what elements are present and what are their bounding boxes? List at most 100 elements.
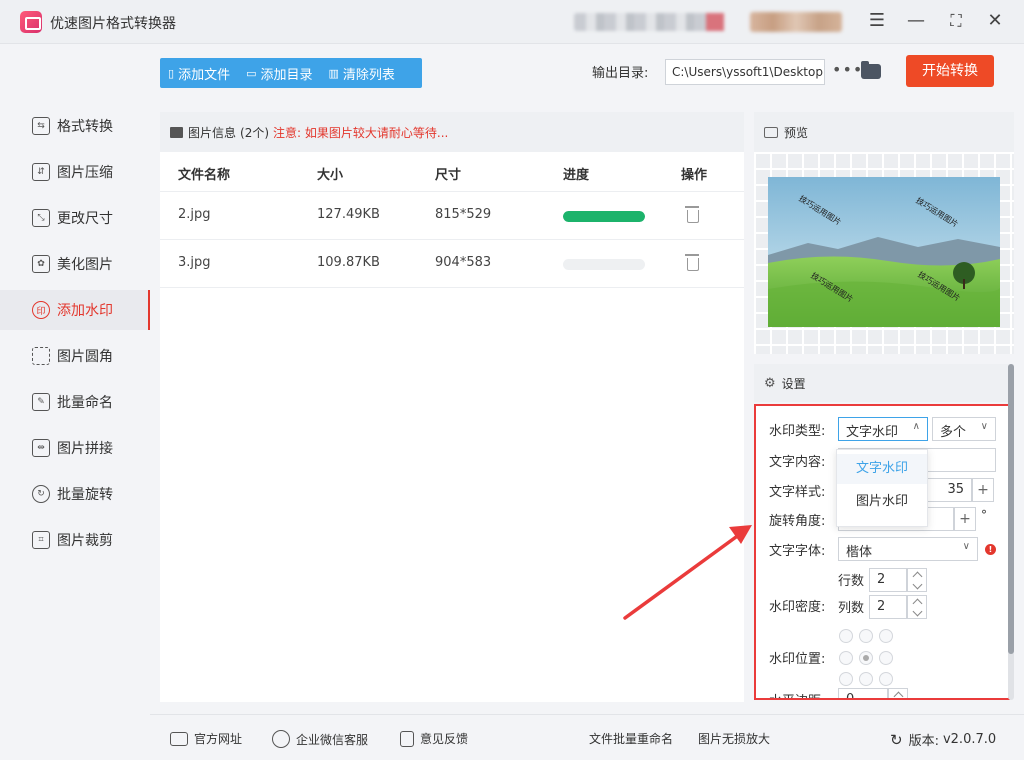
col-filename: 文件名称 <box>178 168 231 183</box>
watermark-type-select[interactable]: 文字水印 ∧ <box>838 417 928 441</box>
position-top-center[interactable] <box>859 629 873 643</box>
col-size: 大小 <box>317 168 344 183</box>
position-top-right[interactable] <box>879 629 893 643</box>
position-bottom-left[interactable] <box>839 672 853 686</box>
font-family-select[interactable]: 楷体 ∨ <box>838 537 978 561</box>
sidebar-item-crop[interactable]: ⌗ 图片裁剪 <box>0 520 150 560</box>
clear-list-button[interactable]: ▥ 清除列表 <box>321 64 403 83</box>
delete-icon[interactable] <box>685 254 699 271</box>
add-directory-button[interactable]: ▭ 添加目录 <box>238 64 320 83</box>
position-bottom-right[interactable] <box>879 672 893 686</box>
sidebar-item-stitch[interactable]: ⇹ 图片拼接 <box>0 428 150 468</box>
file-list-panel: 图片信息 (2个) 注意: 如果图片较大请耐心等待... 文件名称 大小 尺寸 … <box>160 112 744 702</box>
table-row[interactable]: 3.jpg 109.87KB 904*583 <box>160 240 744 288</box>
sidebar-item-compress[interactable]: ⇵ 图片压缩 <box>0 152 150 192</box>
feedback-icon <box>400 730 414 747</box>
settings-scrollbar[interactable] <box>1008 364 1014 700</box>
font-size-plus-button[interactable]: + <box>972 478 994 502</box>
file-count: (2个) <box>240 125 270 140</box>
sidebar-item-watermark[interactable]: 印添加水印 <box>0 290 150 330</box>
more-options-icon[interactable]: ••• <box>832 60 863 79</box>
minimize-icon[interactable]: — <box>905 10 927 32</box>
angle-plus-button[interactable]: + <box>954 507 976 531</box>
col-dimensions: 尺寸 <box>435 168 462 183</box>
file-warning: 注意: 如果图片较大请耐心等待... <box>273 125 449 140</box>
output-dir-input[interactable]: C:\Users\yssoft1\Desktop <box>665 59 825 85</box>
sidebar-item-label: 添加水印 <box>57 303 113 319</box>
cols-input[interactable]: 2 <box>869 595 907 619</box>
batch-rename-link[interactable]: 文件批量重命名 <box>589 730 673 747</box>
watermark-icon: 印 <box>32 301 50 319</box>
rows-input[interactable]: 2 <box>869 568 907 592</box>
dropdown-option-image-watermark[interactable]: 图片水印 <box>837 487 927 517</box>
text-style-label: 文字样式: <box>769 485 826 500</box>
feedback-label: 意见反馈 <box>420 732 469 746</box>
horizontal-margin-stepper[interactable] <box>888 688 908 698</box>
file-icon: ▯ <box>168 66 175 80</box>
open-folder-icon[interactable] <box>861 61 881 79</box>
cols-label: 列数 <box>838 601 865 616</box>
sidebar-item-label: 批量旋转 <box>57 487 113 503</box>
position-top-left[interactable] <box>839 629 853 643</box>
footer: 官方网址 企业微信客服 意见反馈 文件批量重命名 图片无损放大 ↻ 版本: v2.0… <box>150 714 1024 760</box>
add-file-button[interactable]: ▯ 添加文件 <box>160 64 238 83</box>
progress-bar <box>563 211 645 222</box>
position-center[interactable] <box>859 651 873 665</box>
add-directory-label: 添加目录 <box>260 67 313 83</box>
sidebar-item-resize[interactable]: ⤡ 更改尺寸 <box>0 198 150 238</box>
beautify-icon: ✿ <box>32 255 50 273</box>
version-info: ↻ 版本: v2.0.7.0 <box>890 730 997 750</box>
watermark-count-select[interactable]: 多个 ∨ <box>932 417 996 441</box>
sidebar-item-format-convert[interactable]: ⇆ 格式转换 <box>0 106 150 146</box>
cols-stepper[interactable] <box>907 595 927 619</box>
text-content-label: 文字内容: <box>769 455 826 470</box>
settings-title: 设置 <box>781 376 806 391</box>
sidebar: ⇆ 格式转换 ⇵ 图片压缩 ⤡ 更改尺寸 ✿ 美化图片 印添加水印 图片圆角 ✎ 批量命名… <box>0 44 150 760</box>
website-link[interactable]: 官方网址 <box>170 730 242 747</box>
fullscreen-icon[interactable]: ⛶ <box>945 10 967 32</box>
rename-icon: ✎ <box>32 393 50 411</box>
user-info-blurred <box>574 13 724 31</box>
round-corner-icon <box>32 347 50 365</box>
watermark-type-dropdown: 文字水印 图片水印 <box>836 449 928 527</box>
sidebar-item-round-corner[interactable]: 图片圆角 <box>0 336 150 376</box>
position-middle-left[interactable] <box>839 651 853 665</box>
sidebar-item-label: 图片拼接 <box>57 441 113 457</box>
clear-list-label: 清除列表 <box>342 67 395 83</box>
sidebar-item-label: 图片压缩 <box>57 165 113 181</box>
position-bottom-center[interactable] <box>859 672 873 686</box>
close-icon[interactable]: ✕ <box>984 10 1006 32</box>
sidebar-item-rotate[interactable]: ↻ 批量旋转 <box>0 474 150 514</box>
version-label: 版本: <box>908 734 939 749</box>
wechat-service-link[interactable]: 企业微信客服 <box>272 730 368 748</box>
file-size: 127.49KB <box>317 207 380 222</box>
version-value: v2.0.7.0 <box>942 732 997 747</box>
font-family-value: 楷体 <box>846 545 873 560</box>
density-label: 水印密度: <box>769 600 826 615</box>
file-name: 3.jpg <box>178 255 211 270</box>
progress-bar <box>563 259 645 270</box>
refresh-icon: ↻ <box>890 730 903 749</box>
position-middle-right[interactable] <box>879 651 893 665</box>
file-toolbar: ▯ 添加文件 ▭ 添加目录 ▥ 清除列表 <box>160 58 422 88</box>
feedback-link[interactable]: 意见反馈 <box>400 730 468 747</box>
hamburger-icon[interactable]: ☰ <box>866 10 888 32</box>
account-badge-blurred <box>750 12 842 32</box>
rows-label: 行数 <box>838 574 865 589</box>
sidebar-item-rename[interactable]: ✎ 批量命名 <box>0 382 150 422</box>
scrollbar-thumb[interactable] <box>1008 364 1014 654</box>
sidebar-item-beautify[interactable]: ✿ 美化图片 <box>0 244 150 284</box>
delete-icon[interactable] <box>685 206 699 223</box>
horizontal-margin-label: 水平边距: <box>769 690 825 698</box>
settings-header: ⚙ 设置 <box>754 364 1014 402</box>
table-row[interactable]: 2.jpg 127.49KB 815*529 <box>160 192 744 240</box>
start-convert-button[interactable]: 开始转换 <box>906 55 994 87</box>
horizontal-margin-input[interactable]: 0 <box>838 688 888 698</box>
rows-stepper[interactable] <box>907 568 927 592</box>
lossless-enlarge-link[interactable]: 图片无损放大 <box>698 730 770 747</box>
font-size-value: 35 <box>947 482 964 497</box>
dropdown-option-text-watermark[interactable]: 文字水印 <box>837 454 927 484</box>
convert-icon: ⇆ <box>32 117 50 135</box>
watermark-count-value: 多个 <box>940 425 967 440</box>
website-label: 官方网址 <box>194 732 243 746</box>
